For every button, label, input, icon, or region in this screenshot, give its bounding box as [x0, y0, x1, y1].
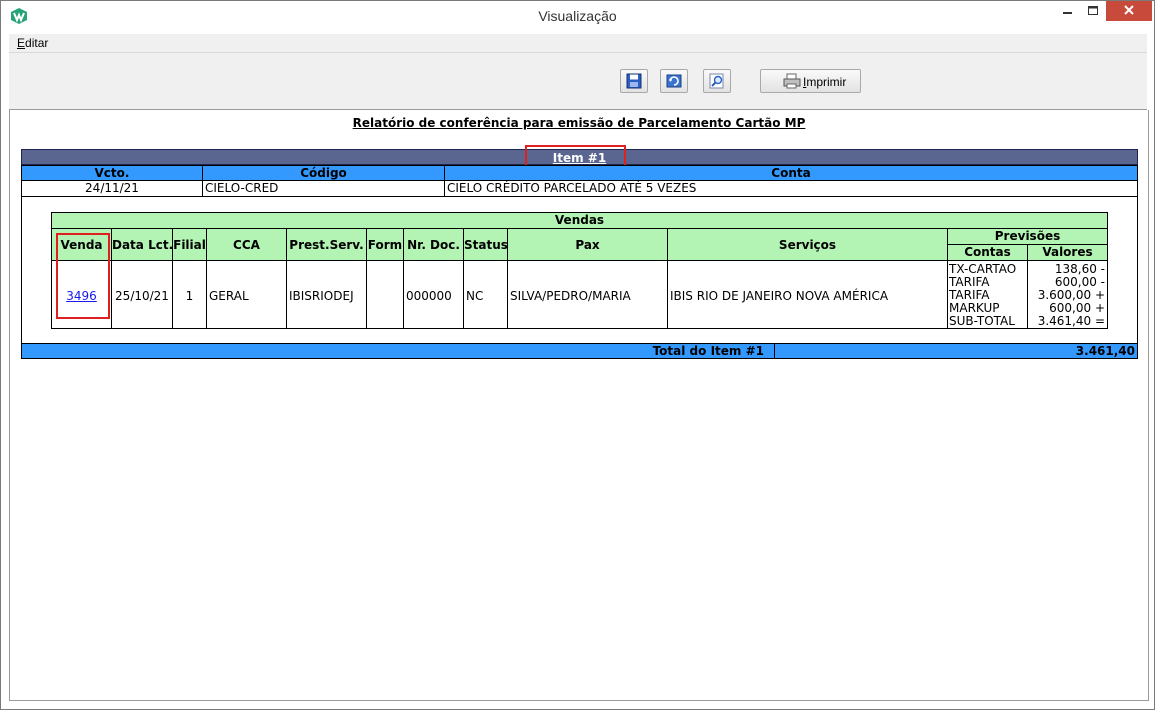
window-title: Visualização	[538, 8, 617, 24]
vendas-title: Vendas	[51, 212, 1108, 229]
toolbar: Imprimir	[9, 53, 1147, 110]
servicos-cell: IBIS RIO DE JANEIRO NOVA AMÉRICA	[667, 260, 948, 329]
print-button[interactable]: Imprimir	[760, 69, 861, 93]
zoom-icon	[709, 73, 724, 89]
print-button-label: Imprimir	[803, 75, 847, 89]
minimize-button[interactable]	[1054, 1, 1080, 21]
col-header-codigo: Código	[202, 165, 445, 181]
menu-bar: Editar	[9, 34, 1147, 53]
app-window: Visualização Editar Imprimir Relatório d…	[0, 0, 1155, 710]
col-form: Form	[366, 228, 404, 261]
col-nr-doc: Nr. Doc.	[403, 228, 464, 261]
col-prest-serv: Prest.Serv.	[286, 228, 367, 261]
form-cell	[366, 260, 404, 329]
filial-cell: 1	[172, 260, 207, 329]
save-icon	[626, 73, 642, 89]
refresh-button[interactable]	[660, 69, 688, 93]
zoom-button[interactable]	[703, 69, 731, 93]
refresh-icon	[666, 74, 682, 88]
save-button[interactable]	[620, 69, 648, 93]
valores-cell: 138,60 - 600,00 - 3.600,00 + 600,00 + 3.…	[1027, 260, 1108, 329]
col-contas: Contas	[947, 244, 1028, 261]
nr-doc-cell: 000000	[403, 260, 464, 329]
maximize-icon	[1088, 6, 1098, 15]
pax-cell: SILVA/PEDRO/MARIA	[507, 260, 668, 329]
col-previsoes: Previsões	[947, 228, 1108, 245]
valor-line: 3.461,40 =	[1037, 314, 1105, 328]
cca-cell: GERAL	[206, 260, 287, 329]
col-header-vcto: Vcto.	[21, 165, 203, 181]
maximize-button[interactable]	[1080, 1, 1106, 21]
conta-line: SUB-TOTAL	[949, 314, 1015, 328]
title-bar: Visualização	[1, 1, 1154, 32]
menu-edit-label: Editar	[17, 36, 49, 50]
col-pax: Pax	[507, 228, 668, 261]
status-cell: NC	[463, 260, 508, 329]
printer-icon	[783, 73, 801, 89]
col-header-conta: Conta	[444, 165, 1138, 181]
cell-codigo: CIELO-CRED	[202, 181, 445, 197]
close-button[interactable]	[1106, 1, 1152, 21]
cell-vcto: 24/11/21	[21, 181, 203, 197]
col-filial: Filial	[172, 228, 207, 261]
col-cca: CCA	[206, 228, 287, 261]
total-value: 3.461,40	[774, 343, 1138, 359]
cell-conta: CIELO CRÉDITO PARCELADO ATÉ 5 VEZES	[444, 181, 1138, 197]
contas-cell: TX-CARTAO TARIFA TARIFA MARKUP SUB-TOTAL	[947, 260, 1028, 329]
data-lct-cell: 25/10/21	[111, 260, 173, 329]
highlight-box-venda	[56, 233, 110, 319]
prest-serv-cell: IBISRIODEJ	[286, 260, 367, 329]
menu-edit[interactable]: Editar	[17, 36, 48, 50]
report-view: Relatório de conferência para emissão de…	[9, 110, 1149, 701]
col-status: Status	[463, 228, 508, 261]
report-title: Relatório de conferência para emissão de…	[352, 116, 806, 130]
close-icon	[1124, 5, 1134, 15]
col-valores: Valores	[1027, 244, 1108, 261]
total-label: Total do Item #1	[21, 343, 775, 359]
minimize-icon	[1063, 12, 1072, 14]
col-servicos: Serviços	[667, 228, 948, 261]
col-data-lct: Data Lct.	[111, 228, 173, 261]
